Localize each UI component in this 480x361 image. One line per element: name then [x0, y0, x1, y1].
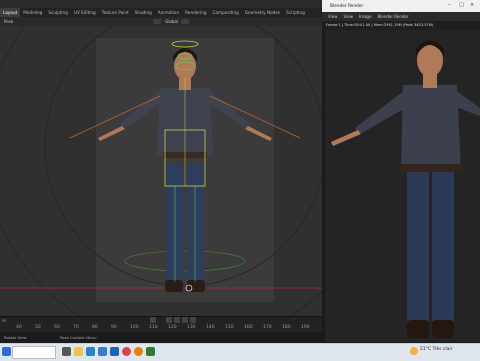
timeline-tick: 110 [149, 325, 158, 330]
menu-image[interactable]: Image [359, 14, 372, 19]
menu-view[interactable]: View [328, 14, 338, 19]
close-icon[interactable]: × [470, 2, 474, 8]
timeline-tick: 190 [301, 325, 310, 330]
tab-texture-paint[interactable]: Texture Paint [99, 8, 132, 17]
chrome-icon[interactable] [122, 347, 131, 356]
play-reverse-icon[interactable] [174, 317, 180, 323]
timeline-tick: 50 [35, 325, 41, 330]
edge-icon[interactable] [86, 347, 95, 356]
play-icon[interactable] [182, 317, 188, 323]
status-center-hint: Pose Context Menu [60, 335, 97, 340]
app-icon[interactable] [146, 347, 155, 356]
orientation-selector[interactable]: Global [165, 19, 178, 24]
jump-start-icon[interactable] [166, 317, 172, 323]
blender-title-strip [0, 0, 322, 8]
timeline-tick: 60 [54, 325, 60, 330]
timeline-tick: 90 [111, 325, 117, 330]
timeline-tick: 40 [16, 325, 22, 330]
timeline-tick: 170 [263, 325, 272, 330]
render-window-title: Blender Render [330, 3, 364, 9]
windows-taskbar [0, 343, 480, 361]
menu-view-2[interactable]: View [344, 14, 354, 19]
tab-rendering[interactable]: Rendering [182, 8, 209, 17]
tab-shading[interactable]: Shading [132, 8, 155, 17]
timeline-tick: 160 [244, 325, 253, 330]
tab-scripting[interactable]: Scripting [283, 8, 308, 17]
render-info-bar: Frame:1 | Time:00:01.00 | Mem:2941.19M (… [322, 21, 480, 30]
pivot-icon[interactable] [153, 19, 162, 24]
tab-modeling[interactable]: Modeling [20, 8, 45, 17]
task-view-icon[interactable] [62, 347, 71, 356]
render-canvas[interactable] [325, 30, 480, 342]
timeline-tick: 180 [282, 325, 291, 330]
3d-viewport[interactable] [0, 26, 322, 316]
tab-compositing[interactable]: Compositing [210, 8, 242, 17]
tab-animation[interactable]: Animation [155, 8, 182, 17]
status-bar: Rotate View Pose Context Menu [0, 332, 322, 342]
render-result-selector[interactable]: Blender Render [378, 14, 409, 19]
taskbar-search-box[interactable] [12, 346, 56, 359]
explorer-icon[interactable] [74, 347, 83, 356]
tab-sculpting[interactable]: Sculpting [45, 8, 71, 17]
weather-icon [410, 347, 418, 355]
weather-text[interactable]: 21°C Très clair [420, 347, 453, 352]
viewport-header: Pose Global [0, 17, 322, 26]
store-icon[interactable] [98, 347, 107, 356]
timeline-tick: 140 [206, 325, 215, 330]
timeline-tick: 80 [92, 325, 98, 330]
windows-icon[interactable] [2, 347, 11, 356]
status-left-hint: Rotate View [4, 335, 27, 340]
tab-uv-editing[interactable]: UV Editing [71, 8, 99, 17]
render-window-titlebar: Blender Render – □ × [322, 0, 480, 12]
tab-geometry-nodes[interactable]: Geometry Nodes [242, 8, 283, 17]
render-window-menu: View View Image Blender Render [322, 12, 480, 21]
mode-selector[interactable]: Pose [4, 19, 13, 24]
snap-icon[interactable] [181, 19, 190, 24]
timeline-tick: 70 [73, 325, 79, 330]
record-icon[interactable] [150, 317, 156, 323]
mail-icon[interactable] [110, 347, 119, 356]
render-stats: Frame:1 | Time:00:01.00 | Mem:2941.19M (… [326, 23, 434, 27]
timeline-ruler: 40 50 60 70 80 90 100 110 120 130 140 15… [0, 325, 322, 332]
playback-controls [150, 317, 196, 323]
rendered-character [331, 40, 480, 338]
timeline-tick: 100 [130, 325, 139, 330]
timeline-tick: 130 [187, 325, 196, 330]
minimize-icon[interactable]: – [448, 2, 451, 8]
maximize-icon[interactable]: □ [459, 2, 464, 8]
timeline-tick: 120 [168, 325, 177, 330]
viewport-scene [0, 26, 322, 316]
blender-icon[interactable] [134, 347, 143, 356]
timeline-tick: 150 [225, 325, 234, 330]
jump-end-icon[interactable] [190, 317, 196, 323]
tab-layout[interactable]: Layout [0, 8, 21, 17]
timeline-start-label: er [2, 319, 7, 324]
